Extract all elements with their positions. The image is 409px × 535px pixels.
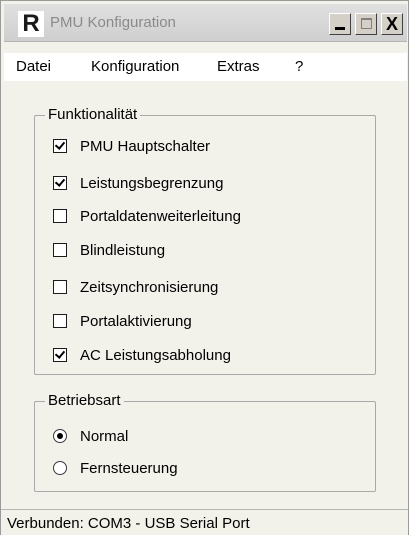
- checkmark-icon: [54, 139, 66, 150]
- close-button[interactable]: X: [381, 13, 403, 35]
- normal-label: Normal: [80, 427, 129, 445]
- option-pmu-hauptschalter[interactable]: PMU Hauptschalter: [53, 136, 210, 156]
- portalaktivierung-checkbox[interactable]: [53, 314, 67, 328]
- option-blindleistung[interactable]: Blindleistung: [53, 240, 165, 260]
- menu-konfiguration[interactable]: Konfiguration: [91, 58, 179, 75]
- ac-leistungsabholung-label: AC Leistungsabholung: [80, 346, 231, 364]
- radio-selected-icon: [57, 433, 63, 439]
- minimize-icon: [335, 27, 345, 30]
- leistungsbegrenzung-checkbox[interactable]: [53, 176, 67, 190]
- close-icon: X: [385, 14, 398, 34]
- portaldatenweiterleitung-label: Portaldatenweiterleitung: [80, 207, 241, 225]
- status-bar: Verbunden: COM3 - USB Serial Port: [1, 509, 408, 535]
- title-bar[interactable]: R PMU Konfiguration X: [4, 4, 407, 42]
- ac-leistungsabholung-checkbox[interactable]: [53, 348, 67, 362]
- menu-help[interactable]: ?: [295, 58, 303, 75]
- option-portaldatenweiterleitung[interactable]: Portaldatenweiterleitung: [53, 206, 241, 226]
- window-controls: X: [329, 13, 403, 35]
- option-zeitsynchronisierung[interactable]: Zeitsynchronisierung: [53, 277, 218, 297]
- checkmark-icon: [54, 176, 66, 187]
- checkmark-icon: [54, 348, 66, 359]
- status-text: Verbunden: COM3 - USB Serial Port: [7, 515, 250, 532]
- option-portalaktivierung[interactable]: Portalaktivierung: [53, 311, 192, 331]
- zeitsynchronisierung-label: Zeitsynchronisierung: [80, 278, 219, 296]
- blindleistung-checkbox[interactable]: [53, 243, 67, 257]
- option-leistungsbegrenzung[interactable]: Leistungsbegrenzung: [53, 173, 223, 193]
- app-window: R PMU Konfiguration X Datei Konfiguratio…: [0, 0, 409, 535]
- menu-bar: Datei Konfiguration Extras ?: [4, 53, 407, 81]
- window-title: PMU Konfiguration: [50, 14, 176, 31]
- betriebsart-group: Betriebsart Normal Fernsteuerung: [34, 392, 376, 492]
- app-logo-icon: R: [18, 11, 44, 37]
- fernsteuerung-radio[interactable]: [53, 461, 67, 475]
- maximize-icon: [361, 18, 372, 29]
- maximize-button[interactable]: [355, 13, 377, 35]
- zeitsynchronisierung-checkbox[interactable]: [53, 280, 67, 294]
- option-ac-leistungsabholung[interactable]: AC Leistungsabholung: [53, 345, 231, 365]
- blindleistung-label: Blindleistung: [80, 241, 166, 259]
- pmu-hauptschalter-label: PMU Hauptschalter: [80, 137, 211, 155]
- option-normal[interactable]: Normal: [53, 426, 128, 446]
- portaldatenweiterleitung-checkbox[interactable]: [53, 209, 67, 223]
- betriebsart-legend: Betriebsart: [45, 392, 124, 409]
- option-fernsteuerung[interactable]: Fernsteuerung: [53, 458, 178, 478]
- funktionalitaet-group: Funktionalität PMU Hauptschalter Leistun…: [34, 106, 376, 375]
- funktionalitaet-legend: Funktionalität: [45, 106, 141, 123]
- menu-datei[interactable]: Datei: [16, 58, 51, 75]
- minimize-button[interactable]: [329, 13, 351, 35]
- normal-radio[interactable]: [53, 429, 67, 443]
- menu-extras[interactable]: Extras: [217, 58, 260, 75]
- pmu-hauptschalter-checkbox[interactable]: [53, 139, 67, 153]
- fernsteuerung-label: Fernsteuerung: [80, 459, 178, 477]
- portalaktivierung-label: Portalaktivierung: [80, 312, 192, 330]
- leistungsbegrenzung-label: Leistungsbegrenzung: [80, 174, 224, 192]
